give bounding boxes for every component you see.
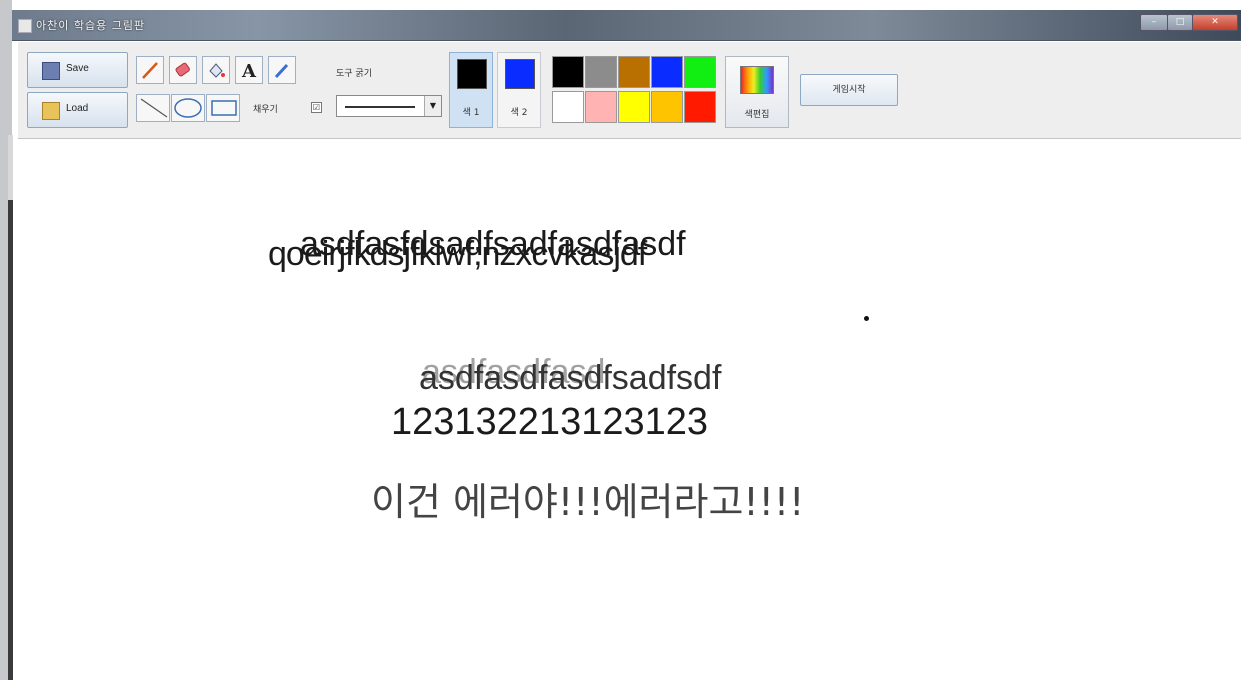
eyedropper-tool-button[interactable] <box>268 56 296 84</box>
palette-swatch[interactable] <box>651 56 683 88</box>
canvas-text: qoeirjfkdsjfklwf;nzxcvkasjdf <box>268 235 647 273</box>
canvas-text: 이건 에러야!!!에러라고!!!! <box>371 480 805 524</box>
palette-swatch[interactable] <box>684 91 716 123</box>
palette-swatch[interactable] <box>552 56 584 88</box>
folder-icon <box>42 102 60 120</box>
start-game-button[interactable]: 게임시작 <box>800 74 898 106</box>
maximize-button[interactable]: □ <box>1167 14 1193 31</box>
rectangle-tool-button[interactable] <box>206 94 240 122</box>
color2-swatch <box>505 59 535 89</box>
app-icon <box>18 19 32 33</box>
fill-checkbox[interactable]: ☑ <box>311 102 322 113</box>
text-tool-button[interactable]: A <box>235 56 263 84</box>
palette-swatch[interactable] <box>618 91 650 123</box>
fill-label: 채우기 <box>253 105 278 115</box>
text-icon: A <box>241 61 257 81</box>
chevron-down-icon[interactable]: ▼ <box>424 96 441 116</box>
canvas-text: 123132213123123 <box>391 401 709 443</box>
load-button-label: Load <box>66 103 89 114</box>
drawing-canvas[interactable]: asdfasfdsadfsadfasdfasdf qoeirjfkdsjfklw… <box>14 139 1241 680</box>
pencil-icon <box>142 62 158 79</box>
rainbow-palette-icon <box>740 66 774 94</box>
thickness-select[interactable]: ▼ <box>336 95 442 117</box>
palette-swatch[interactable] <box>651 91 683 123</box>
ellipse-icon <box>174 98 202 118</box>
title-bar[interactable]: 아찬이 학습용 그림판 – □ ✕ <box>12 10 1241 41</box>
line-icon <box>140 98 168 118</box>
thickness-label: 도구 굵기 <box>336 69 372 79</box>
save-button-label: Save <box>66 63 89 74</box>
pencil-tool-button[interactable] <box>136 56 164 84</box>
fill-tool-button[interactable] <box>202 56 230 84</box>
load-button[interactable]: Load <box>27 92 128 128</box>
eraser-tool-button[interactable] <box>169 56 197 84</box>
fill-icon <box>209 63 225 78</box>
color-edit-label: 색편집 <box>744 110 770 120</box>
color2-button[interactable]: 색 2 <box>497 52 541 128</box>
rectangle-icon <box>211 100 237 116</box>
text-tool-glyph: A <box>241 61 257 81</box>
eraser-icon <box>175 62 190 77</box>
close-button[interactable]: ✕ <box>1192 14 1238 31</box>
palette-swatch[interactable] <box>618 56 650 88</box>
toolbar: Save Load A 채우기 ☑ 도구 굵기 ▼ 색 1 색 2 색편집 게임… <box>18 42 1241 139</box>
color1-label: 색 1 <box>462 108 480 118</box>
color1-button[interactable]: 색 1 <box>449 52 493 128</box>
palette-swatch[interactable] <box>585 56 617 88</box>
color-edit-button[interactable]: 색편집 <box>725 56 789 128</box>
eyedropper-icon <box>274 63 289 79</box>
window-left-frame-shadow <box>8 200 13 680</box>
canvas-text: asdfasdfasdfsadfsdf <box>419 359 722 397</box>
save-button[interactable]: Save <box>27 52 128 88</box>
palette-swatch[interactable] <box>585 91 617 123</box>
minimize-button[interactable]: – <box>1140 14 1168 31</box>
canvas-dot <box>864 316 869 321</box>
palette-swatch[interactable] <box>552 91 584 123</box>
thickness-preview-line <box>345 106 415 108</box>
line-tool-button[interactable] <box>136 94 170 122</box>
window-left-frame-light <box>8 135 13 200</box>
color2-label: 색 2 <box>510 108 528 118</box>
ellipse-tool-button[interactable] <box>171 94 205 122</box>
window-title: 아찬이 학습용 그림판 <box>36 19 146 32</box>
color1-swatch <box>457 59 487 89</box>
palette-swatch[interactable] <box>684 56 716 88</box>
floppy-disk-icon <box>42 62 60 80</box>
